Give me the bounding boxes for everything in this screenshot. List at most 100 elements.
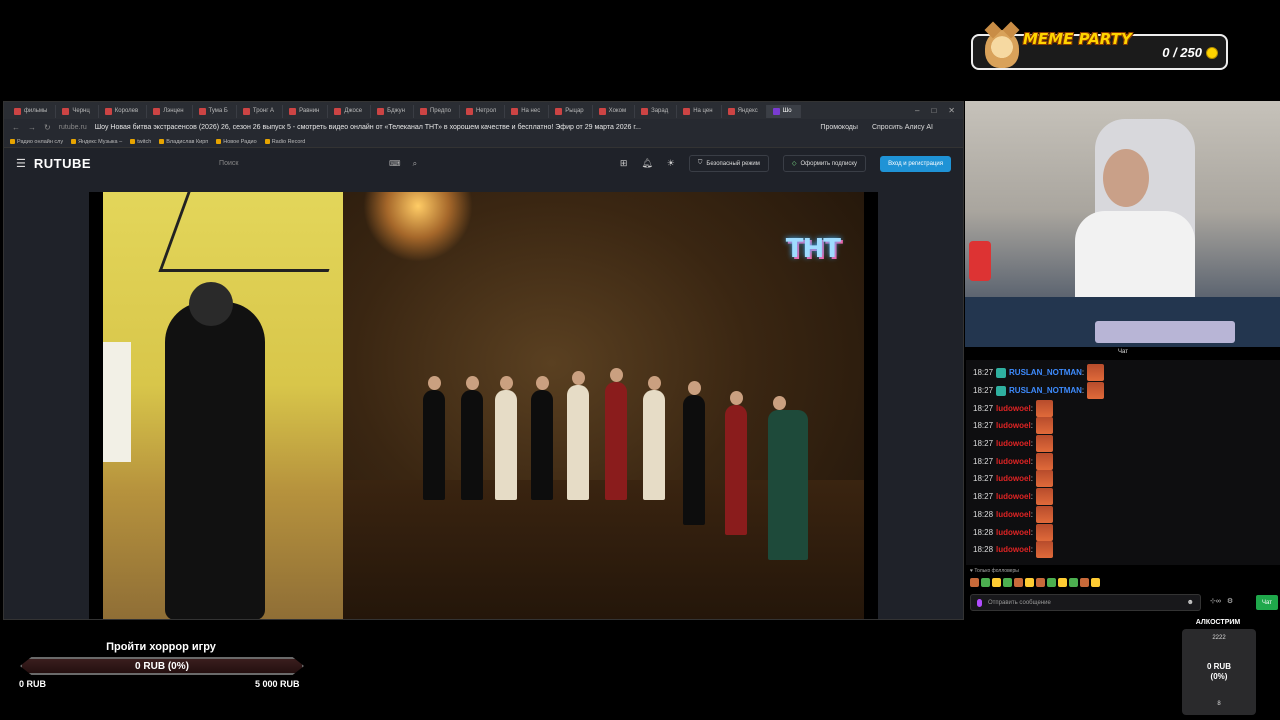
goal-current-value: 0 RUB (0%) bbox=[135, 660, 189, 672]
emote-icon bbox=[1035, 435, 1053, 453]
bits-icon[interactable] bbox=[977, 598, 982, 607]
emote[interactable] bbox=[1025, 578, 1034, 587]
browser-tab[interactable]: Яндекс bbox=[722, 104, 767, 118]
tab-favicon-icon bbox=[465, 107, 473, 115]
meme-party-widget: MEME PARTY 0 / 250 bbox=[971, 30, 1228, 70]
url-domain[interactable]: rutube.ru bbox=[59, 124, 87, 131]
back-icon[interactable]: ← bbox=[12, 123, 20, 132]
video-player[interactable]: ТНТ bbox=[89, 192, 878, 619]
subscribe-button[interactable]: ◇ Оформить подписку bbox=[782, 155, 867, 172]
tab-list: фильмы Чернц Королев Лэнцен Тума Б Тронг А Рав… bbox=[8, 102, 801, 119]
bookmark-item[interactable]: twitch bbox=[130, 139, 151, 145]
chat-username[interactable]: RUSLAN_NOTMAN bbox=[1009, 386, 1082, 395]
emoji-icon[interactable]: ☻ bbox=[1187, 599, 1194, 606]
browser-tab[interactable]: Хоком bbox=[593, 104, 636, 118]
tab-favicon-icon bbox=[598, 107, 606, 115]
chat-username[interactable]: ludowoel bbox=[996, 545, 1031, 554]
emote[interactable] bbox=[1047, 578, 1056, 587]
points-icon[interactable]: ⊹∞ bbox=[1210, 597, 1221, 605]
browser-tab[interactable]: Бджун bbox=[371, 104, 414, 118]
send-chat-button[interactable]: Чат bbox=[1256, 595, 1278, 610]
bookmark-item[interactable]: Radio Record bbox=[265, 139, 306, 145]
promo-codes-button[interactable]: Промокоды bbox=[820, 124, 858, 131]
browser-tab[interactable]: Предпо bbox=[414, 104, 460, 118]
browser-tab[interactable]: Джосе bbox=[328, 104, 372, 118]
browser-tab[interactable]: На нес bbox=[505, 104, 550, 118]
emote[interactable] bbox=[1069, 578, 1078, 587]
chat-header: Чат bbox=[1118, 349, 1128, 355]
emote[interactable] bbox=[1014, 578, 1023, 587]
search-input[interactable]: Поиск ⌨ ⌕ bbox=[211, 155, 421, 173]
tab-favicon-icon bbox=[153, 107, 161, 115]
bookmark-item[interactable]: Радио онлайн слу bbox=[10, 139, 63, 145]
tab-favicon-icon bbox=[511, 107, 519, 115]
tab-label: На нес bbox=[521, 108, 541, 114]
chat-username[interactable]: ludowoel bbox=[996, 404, 1031, 413]
emote-icon bbox=[1035, 523, 1053, 541]
followers-only-notice: ♥ Только фолловеры bbox=[970, 568, 1019, 574]
chat-username[interactable]: ludowoel bbox=[996, 492, 1031, 501]
bell-icon[interactable]: 🔔︎ bbox=[641, 158, 652, 169]
emote[interactable] bbox=[1091, 578, 1100, 587]
chat-username[interactable]: RUSLAN_NOTMAN bbox=[1009, 368, 1082, 377]
page-title[interactable]: Шоу Новая битва экстрасенсов (2026) 26, … bbox=[95, 124, 641, 131]
chat-username[interactable]: ludowoel bbox=[996, 439, 1031, 448]
browser-tab[interactable]: Нетрол bbox=[460, 104, 506, 118]
theme-icon[interactable]: ☀ bbox=[667, 158, 675, 169]
tab-favicon-icon bbox=[727, 107, 735, 115]
minimize-icon[interactable]: – bbox=[915, 106, 919, 115]
tab-label: Тума Б bbox=[208, 108, 228, 114]
search-placeholder: Поиск bbox=[219, 160, 239, 167]
search-icon[interactable]: ⌕ bbox=[413, 159, 417, 169]
close-icon[interactable]: ✕ bbox=[948, 106, 955, 115]
tab-label: Зарад bbox=[651, 108, 669, 114]
settings-icon[interactable]: ⚙ bbox=[1227, 597, 1233, 605]
safe-mode-button[interactable]: ⛉ Безопасный режим bbox=[688, 155, 769, 172]
emote[interactable] bbox=[992, 578, 1001, 587]
emote[interactable] bbox=[1003, 578, 1012, 587]
chat-input[interactable]: Отправить сообщение ☻ bbox=[970, 594, 1201, 611]
chat-username[interactable]: ludowoel bbox=[996, 457, 1031, 466]
chat-message: 18:28 ludowoel: bbox=[966, 541, 1280, 559]
emote-icon bbox=[1035, 488, 1053, 506]
upload-icon[interactable]: ⊞ bbox=[620, 158, 628, 169]
emote[interactable] bbox=[981, 578, 990, 587]
browser-tab[interactable]: Рыцар bbox=[549, 104, 593, 118]
maximize-icon[interactable]: □ bbox=[931, 106, 936, 115]
browser-tab[interactable]: фильмы bbox=[8, 104, 57, 118]
doge-icon bbox=[985, 30, 1019, 68]
browser-tab[interactable]: Чернц bbox=[56, 104, 99, 118]
forward-icon[interactable]: → bbox=[28, 123, 36, 132]
chat-username[interactable]: ludowoel bbox=[996, 528, 1031, 537]
stream-layout: MEME PARTY 0 / 250 фильмы Чернц Королев Лэн… bbox=[0, 0, 1280, 720]
bookmark-item[interactable]: Новое Радио bbox=[216, 139, 256, 145]
bookmark-item[interactable]: Владислав Кирп bbox=[159, 139, 208, 145]
tab-favicon-icon bbox=[62, 107, 70, 115]
browser-tab[interactable]: Лэнцен bbox=[147, 104, 193, 118]
chat-username[interactable]: ludowoel bbox=[996, 474, 1031, 483]
emote[interactable] bbox=[1080, 578, 1089, 587]
browser-tab[interactable]: Королев bbox=[99, 104, 148, 118]
chat-colon: : bbox=[1030, 439, 1033, 449]
bookmark-item[interactable]: Яндекс Музыка – bbox=[71, 139, 122, 145]
chat-username[interactable]: ludowoel bbox=[996, 421, 1031, 430]
rutube-logo[interactable]: RUTUBE bbox=[34, 156, 91, 171]
goal-max: 5 000 RUB bbox=[255, 679, 300, 689]
browser-tab[interactable]: Зарад bbox=[635, 104, 678, 118]
tab-label: Хоком bbox=[608, 108, 627, 114]
browser-tab[interactable]: Тронг А bbox=[237, 104, 284, 118]
chat-username[interactable]: ludowoel bbox=[996, 510, 1031, 519]
browser-tab[interactable]: Равнин bbox=[283, 104, 329, 118]
browser-tab[interactable]: Тума Б bbox=[193, 104, 237, 118]
emote[interactable] bbox=[1058, 578, 1067, 587]
ask-alice-button[interactable]: Спросить Алису AI bbox=[872, 124, 933, 131]
keyboard-icon[interactable]: ⌨ bbox=[389, 159, 401, 169]
shield-icon: ⛉ bbox=[697, 160, 703, 166]
browser-tab[interactable]: На цен bbox=[677, 104, 722, 118]
browser-tab[interactable]: Шо bbox=[766, 104, 801, 118]
reload-icon[interactable]: ↻ bbox=[44, 123, 51, 132]
login-button[interactable]: Вход и регистрация bbox=[880, 155, 951, 172]
menu-icon[interactable]: ☰ bbox=[16, 157, 26, 170]
emote[interactable] bbox=[1036, 578, 1045, 587]
emote[interactable] bbox=[970, 578, 979, 587]
